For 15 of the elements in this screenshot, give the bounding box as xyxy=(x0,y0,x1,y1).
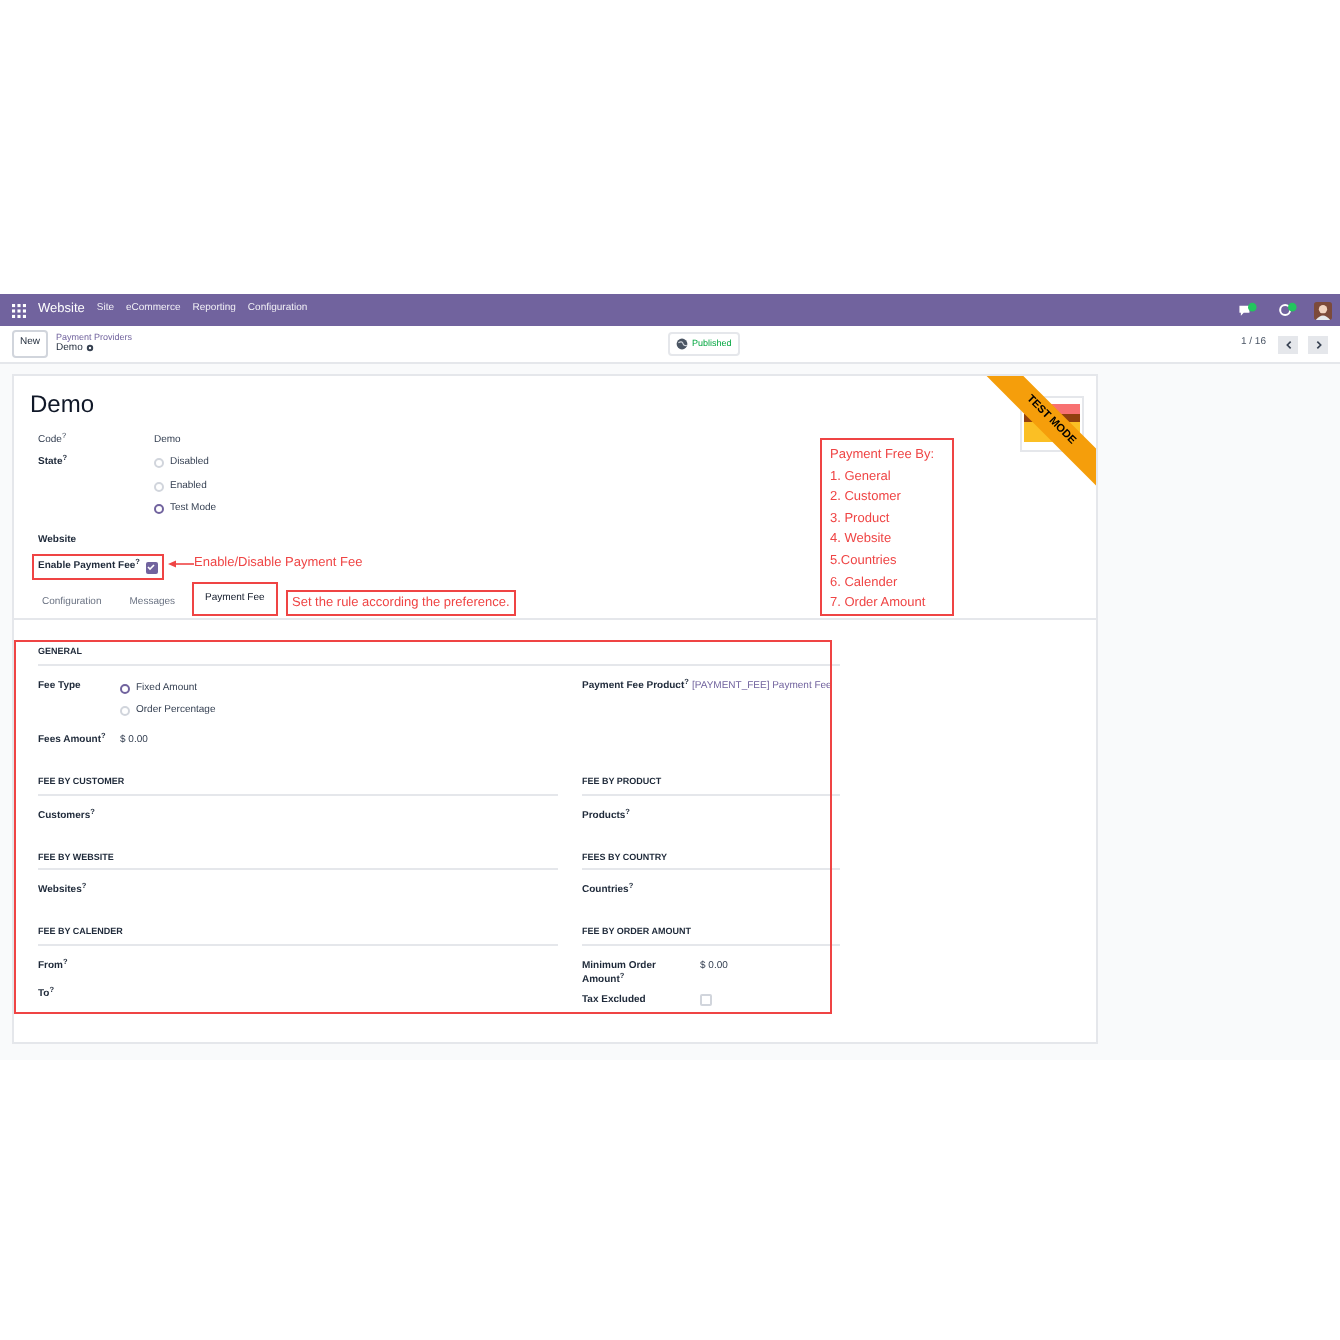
chevron-left-icon xyxy=(1283,339,1293,349)
chat-icon[interactable] xyxy=(1238,302,1258,318)
globe-icon xyxy=(676,338,689,350)
previous-button[interactable] xyxy=(1278,335,1298,353)
settings-icon[interactable] xyxy=(86,344,95,353)
radio-button[interactable] xyxy=(120,683,130,694)
user-avatar[interactable] xyxy=(1314,301,1332,319)
radio-button[interactable] xyxy=(154,504,164,515)
record-title: Demo xyxy=(30,388,95,420)
chevron-right-icon xyxy=(1313,339,1323,349)
apps-grid-icon[interactable] xyxy=(12,303,26,317)
pointer-arrow xyxy=(168,560,194,568)
activity-icon[interactable] xyxy=(1278,302,1298,318)
checkbox[interactable] xyxy=(700,994,712,1006)
next-button[interactable] xyxy=(1308,335,1328,353)
